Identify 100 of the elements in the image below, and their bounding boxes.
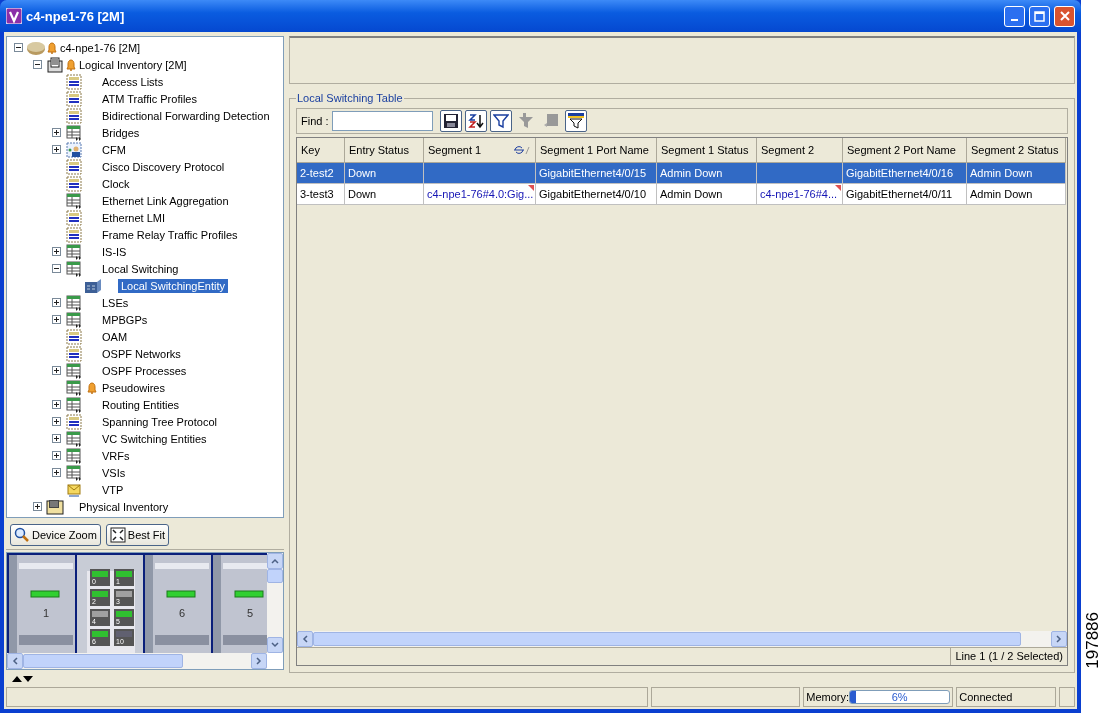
scroll-right-icon[interactable] <box>1056 635 1062 643</box>
scroll-thumb[interactable] <box>267 569 283 583</box>
collapse-icon[interactable] <box>32 60 42 69</box>
column-header[interactable]: Segment 2 Port Name <box>843 138 967 163</box>
column-header[interactable]: Segment 2 <box>757 138 843 163</box>
tree-item[interactable]: Logical Inventory [2M] <box>76 57 190 72</box>
table-cell: GigabitEthernet4/0/15 <box>536 163 657 183</box>
toolbar-button[interactable] <box>489 110 512 132</box>
tree-item[interactable]: Ethernet Link Aggregation <box>99 193 232 208</box>
envelope-icon <box>66 481 82 498</box>
list-icon <box>66 90 82 107</box>
close-button[interactable] <box>1054 5 1075 27</box>
table-cell: 3-test3 <box>297 184 345 204</box>
table-icon <box>66 396 82 413</box>
toolbar-button[interactable] <box>564 110 587 132</box>
table-cell: Down <box>345 184 424 204</box>
filter-icon <box>567 113 584 129</box>
tree-item[interactable]: Access Lists <box>99 74 167 89</box>
column-header[interactable]: Key <box>297 138 345 163</box>
column-header[interactable]: Segment 1 <box>424 138 536 163</box>
scroll-right-icon[interactable] <box>256 657 262 665</box>
table-icon <box>66 243 82 260</box>
tree-item[interactable]: VRFs <box>99 448 133 463</box>
expand-icon[interactable] <box>51 434 61 443</box>
tree-item[interactable]: Frame Relay Traffic Profiles <box>99 227 241 242</box>
tree-item[interactable]: Cisco Discovery Protocol <box>99 159 228 174</box>
scroll-up-icon[interactable] <box>271 558 279 564</box>
expand-icon[interactable] <box>51 298 61 307</box>
expand-icon[interactable] <box>51 145 61 154</box>
tree-item[interactable]: Routing Entities <box>99 397 183 412</box>
expand-icon[interactable] <box>51 400 61 409</box>
rack-icon <box>46 498 64 515</box>
column-header[interactable]: Entry Status <box>345 138 424 163</box>
collapse-icon[interactable] <box>13 43 23 52</box>
column-header[interactable]: Segment 2 Status <box>967 138 1066 163</box>
tree-item[interactable]: LSEs <box>99 295 132 310</box>
toolbar-button[interactable] <box>464 110 487 132</box>
list-icon <box>66 158 82 175</box>
filter-icon <box>492 113 509 129</box>
collapse-icon[interactable] <box>51 264 61 273</box>
expand-icon[interactable] <box>51 315 61 324</box>
tree-item[interactable]: VC Switching Entities <box>99 431 210 446</box>
tree-item[interactable]: MPBGPs <box>99 312 151 327</box>
module-drawing[interactable]: 6 <box>145 555 211 653</box>
tree-item[interactable]: Bridges <box>99 125 143 140</box>
scroll-left-icon[interactable] <box>12 657 18 665</box>
vertical-scrollbar[interactable] <box>267 553 283 653</box>
table-icon <box>66 124 82 141</box>
horizontal-scrollbar[interactable] <box>297 631 1067 647</box>
toolbar-button[interactable] <box>439 110 462 132</box>
tree-item[interactable]: Physical Inventory <box>76 499 172 514</box>
tree-item[interactable]: IS-IS <box>99 244 130 259</box>
zoom-button[interactable]: Device Zoom <box>10 524 101 546</box>
tree-item[interactable]: VSIs <box>99 465 129 480</box>
minimize-button[interactable] <box>1004 5 1025 27</box>
tree-item[interactable]: Ethernet LMI <box>99 210 168 225</box>
scroll-left-icon[interactable] <box>302 635 308 643</box>
tree-item[interactable]: OSPF Networks <box>99 346 184 361</box>
list-icon <box>66 107 82 124</box>
tree-item[interactable]: VTP <box>99 482 127 497</box>
table-icon <box>66 362 82 379</box>
tree-item[interactable]: Local SwitchingEntity <box>118 278 228 293</box>
expand-icon[interactable] <box>51 417 61 426</box>
horizontal-scrollbar[interactable] <box>7 653 267 669</box>
tree-item[interactable]: Clock <box>99 176 133 191</box>
zoom-button[interactable]: Best Fit <box>105 524 170 546</box>
scroll-thumb[interactable] <box>23 654 183 668</box>
tree-item[interactable]: c4-npe1-76 [2M] <box>57 40 144 55</box>
expand-icon[interactable] <box>51 366 61 375</box>
expand-icon[interactable] <box>32 502 42 511</box>
document-icon <box>47 56 63 73</box>
close-icon <box>1059 11 1070 21</box>
expand-icon[interactable] <box>51 451 61 460</box>
tree-item[interactable]: Local Switching <box>99 261 182 276</box>
expand-icon[interactable] <box>51 247 61 256</box>
tree-item[interactable]: OAM <box>99 329 131 344</box>
maximize-icon <box>1034 10 1045 22</box>
table-row[interactable]: 2-test2 Down GigabitEthernet4/0/15 Admin Down GigabitEthernet4/0/16 Admin Down <box>297 163 1066 184</box>
scroll-thumb[interactable] <box>313 632 1021 646</box>
scroll-down-icon[interactable] <box>271 642 279 648</box>
link-cell[interactable]: c4-npe1-76#4... <box>757 184 843 204</box>
maximize-button[interactable] <box>1029 5 1050 27</box>
column-header[interactable]: Segment 1 Status <box>657 138 757 163</box>
tree-item[interactable]: Bidirectional Forwarding Detection <box>99 108 273 123</box>
tree-item[interactable]: Pseudowires <box>99 380 168 395</box>
column-header[interactable]: Segment 1 Port Name <box>536 138 657 163</box>
expand-icon[interactable] <box>51 128 61 137</box>
link-cell[interactable]: c4-npe1-76#4.0:Gig... <box>424 184 536 204</box>
expand-icon[interactable] <box>51 468 61 477</box>
find-field[interactable] <box>331 111 433 131</box>
module-drawing[interactable]: 5 <box>213 555 267 653</box>
tree-item[interactable]: OSPF Processes <box>99 363 190 378</box>
module-drawing[interactable]: 1 <box>9 555 75 653</box>
tree-item[interactable]: CFM <box>99 142 129 157</box>
tree-item[interactable]: Spanning Tree Protocol <box>99 414 220 429</box>
splitter-arrows-icon[interactable] <box>12 675 34 683</box>
table-icon <box>66 192 82 209</box>
tree-item[interactable]: ATM Traffic Profiles <box>99 91 200 106</box>
table-row[interactable]: 3-test3 Down c4-npe1-76#4.0:Gig... GigabitEthernet4/0/10 Admin Down c4-npe1-76#4... GigabitEthernet4/0/11 Admin Down <box>297 184 1066 205</box>
list-icon <box>66 328 82 345</box>
